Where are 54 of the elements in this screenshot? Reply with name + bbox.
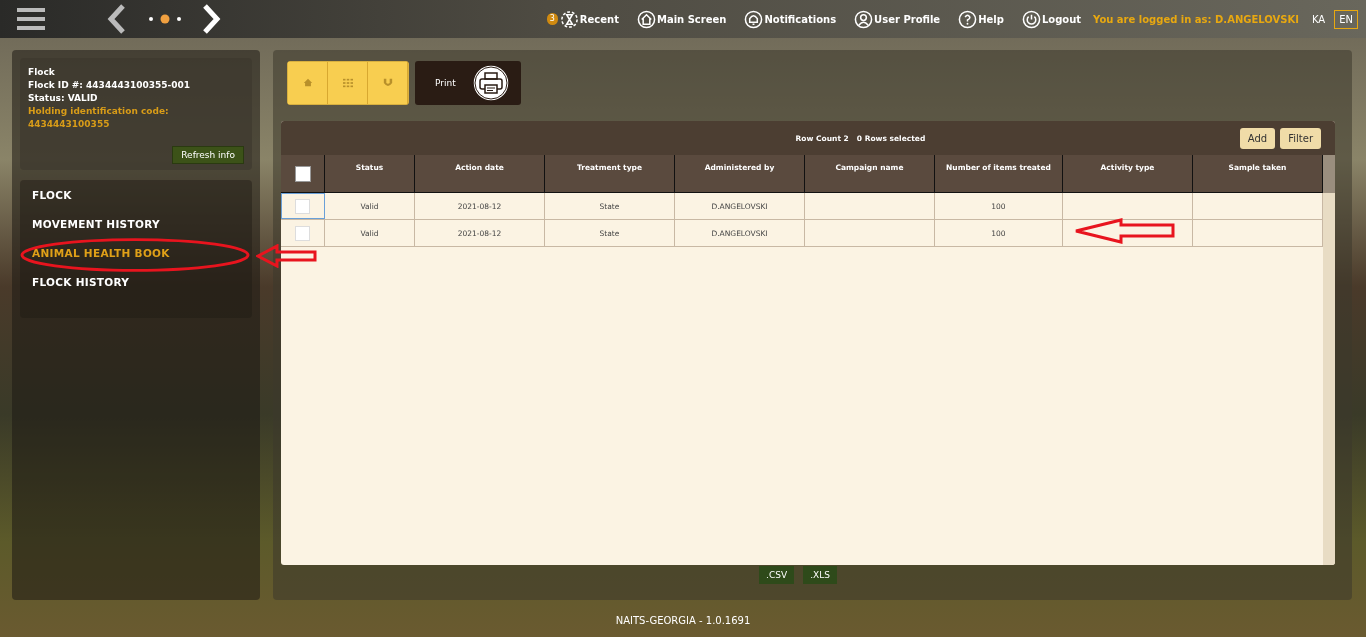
nav-label: Logout xyxy=(1041,13,1082,25)
back-icon[interactable] xyxy=(107,4,127,34)
count-badge: 3 xyxy=(546,12,558,25)
info-text: Flock xyxy=(28,66,56,79)
select-all-checkbox[interactable] xyxy=(294,165,311,182)
nav-label: Recent xyxy=(579,13,619,25)
export-button[interactable]: .CSV xyxy=(759,566,795,584)
home-icon xyxy=(636,9,656,29)
clock-icon xyxy=(559,9,579,29)
row-checkbox[interactable] xyxy=(295,225,310,241)
menu-item[interactable]: MOVEMENT HISTORY xyxy=(32,218,160,231)
export-button[interactable]: .XLS xyxy=(803,566,837,584)
grid-icon xyxy=(342,78,353,88)
nav-link[interactable]: Logout xyxy=(1021,9,1082,29)
menu-item[interactable]: FLOCK xyxy=(32,189,72,202)
nav-label: User Profile xyxy=(874,13,941,25)
user-icon xyxy=(854,9,874,29)
nav-label: Notifications xyxy=(764,13,837,25)
info-text: Flock ID #: 4434443100355-001 xyxy=(28,79,192,92)
refresh-button[interactable]: Refresh info xyxy=(172,146,244,164)
home-button[interactable] xyxy=(288,62,328,104)
scroll-thumb[interactable] xyxy=(1323,155,1335,193)
nav-label: Main Screen xyxy=(656,13,727,25)
nav-label: Help xyxy=(978,13,1004,25)
home-icon xyxy=(302,78,313,88)
scrollbar[interactable] xyxy=(1323,155,1335,565)
language-button[interactable]: KA xyxy=(1306,9,1331,29)
dots-icon xyxy=(147,14,183,24)
help-icon xyxy=(958,9,978,29)
table-button[interactable]: Filter xyxy=(1280,127,1321,149)
info-label: Holding identification code: xyxy=(28,105,170,118)
power-icon xyxy=(1021,9,1041,29)
row-checkbox[interactable] xyxy=(295,198,310,214)
print-button[interactable]: Print xyxy=(415,61,521,105)
menu-icon[interactable] xyxy=(17,7,45,31)
annotation-arrow xyxy=(256,244,318,268)
info-text: Status: VALID xyxy=(28,92,99,105)
magnet-button[interactable] xyxy=(368,62,408,104)
printer-icon xyxy=(471,63,511,103)
menu-item[interactable]: FLOCK HISTORY xyxy=(32,276,130,289)
version-text: NAITS-GEORGIA - 1.0.1691 xyxy=(614,615,752,626)
nav-link[interactable]: Recent xyxy=(559,9,619,29)
nav-link[interactable]: Help xyxy=(958,9,1004,29)
forward-icon[interactable] xyxy=(201,4,221,34)
grid-button[interactable] xyxy=(328,62,368,104)
nav-link[interactable]: Main Screen xyxy=(636,9,727,29)
language-button[interactable]: EN xyxy=(1334,9,1358,29)
bell-icon xyxy=(744,9,764,29)
magnet-icon xyxy=(382,78,393,88)
info-value: 4434443100355 xyxy=(28,118,111,131)
nav-link[interactable]: User Profile xyxy=(854,9,941,29)
nav-link[interactable]: Notifications xyxy=(744,9,837,29)
table-button[interactable]: Add xyxy=(1239,127,1276,149)
logged-in-text: You are logged in as: D.ANGELOVSKI xyxy=(1093,13,1299,25)
